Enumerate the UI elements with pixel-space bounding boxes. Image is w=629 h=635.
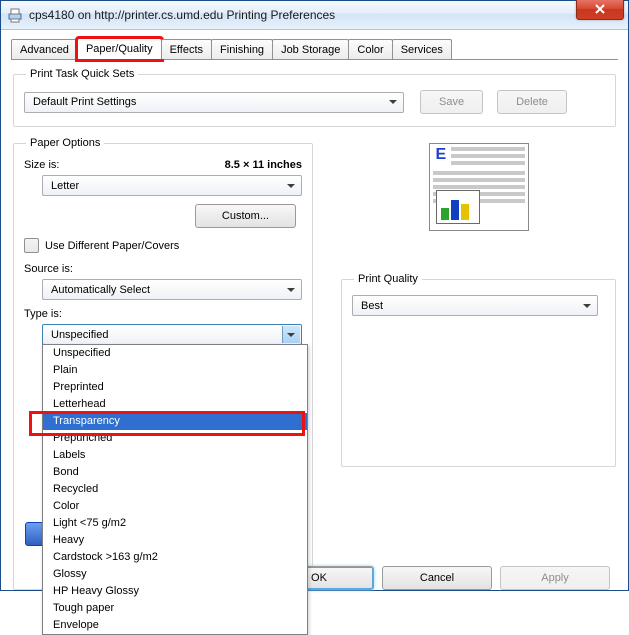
- paper-options-legend: Paper Options: [26, 137, 104, 149]
- tab-advanced[interactable]: Advanced: [11, 39, 78, 59]
- tab-color[interactable]: Color: [348, 39, 392, 59]
- type-option[interactable]: Cardstock >163 g/m2: [43, 549, 307, 566]
- print-quality-group: Print Quality Best: [341, 273, 616, 467]
- print-quality-legend: Print Quality: [354, 273, 422, 285]
- type-label: Type is:: [24, 308, 302, 320]
- window-title: cps4180 on http://printer.cs.umd.edu Pri…: [29, 8, 335, 22]
- tab-services[interactable]: Services: [392, 39, 452, 59]
- type-option[interactable]: Unspecified: [43, 345, 307, 362]
- printer-icon: [7, 7, 23, 23]
- type-option[interactable]: Recycled: [43, 481, 307, 498]
- type-option[interactable]: Plain: [43, 362, 307, 379]
- type-option[interactable]: Tough paper: [43, 600, 307, 617]
- custom-button[interactable]: Custom...: [195, 204, 296, 228]
- size-select[interactable]: Letter: [42, 175, 302, 196]
- quick-sets-value: Default Print Settings: [33, 96, 136, 108]
- close-icon: [595, 4, 605, 14]
- type-option[interactable]: Letterhead: [43, 396, 307, 413]
- type-option[interactable]: Envelope: [43, 617, 307, 634]
- type-option[interactable]: Transparency: [43, 413, 307, 430]
- quick-sets-group: Print Task Quick Sets Default Print Sett…: [13, 68, 616, 127]
- type-option[interactable]: Preprinted: [43, 379, 307, 396]
- size-value: 8.5 × 11 inches: [225, 159, 302, 171]
- preview-chart-icon: [436, 190, 480, 224]
- type-select[interactable]: Unspecified: [42, 324, 302, 345]
- paper-options-group: Paper Options Size is: 8.5 × 11 inches L…: [13, 137, 313, 590]
- type-option[interactable]: Labels: [43, 447, 307, 464]
- tab-paper-quality[interactable]: Paper/Quality: [77, 38, 162, 60]
- tab-finishing[interactable]: Finishing: [211, 39, 273, 59]
- type-option[interactable]: Light <75 g/m2: [43, 515, 307, 532]
- type-option[interactable]: Glossy: [43, 566, 307, 583]
- tabstrip: Advanced Paper/Quality Effects Finishing…: [11, 38, 618, 60]
- source-select[interactable]: Automatically Select: [42, 279, 302, 300]
- type-option[interactable]: HP Heavy Glossy: [43, 583, 307, 600]
- type-option[interactable]: Bond: [43, 464, 307, 481]
- size-label: Size is:: [24, 159, 59, 171]
- quick-sets-legend: Print Task Quick Sets: [26, 68, 138, 80]
- save-button[interactable]: Save: [420, 90, 483, 114]
- print-quality-value: Best: [361, 300, 383, 312]
- page-preview: E: [429, 143, 529, 231]
- delete-button[interactable]: Delete: [497, 90, 567, 114]
- type-option[interactable]: Color: [43, 498, 307, 515]
- source-select-value: Automatically Select: [51, 284, 150, 296]
- tab-effects[interactable]: Effects: [161, 39, 212, 59]
- different-paper-label: Use Different Paper/Covers: [45, 240, 179, 252]
- type-option[interactable]: Heavy: [43, 532, 307, 549]
- type-option[interactable]: Prepunched: [43, 430, 307, 447]
- apply-button[interactable]: Apply: [500, 566, 610, 590]
- type-select-value: Unspecified: [51, 329, 108, 341]
- cancel-button[interactable]: Cancel: [382, 566, 492, 590]
- close-button[interactable]: [576, 0, 624, 20]
- size-select-value: Letter: [51, 180, 79, 192]
- different-paper-checkbox[interactable]: [24, 238, 39, 253]
- print-quality-select[interactable]: Best: [352, 295, 598, 316]
- quick-sets-select[interactable]: Default Print Settings: [24, 92, 404, 113]
- preview-e-icon: E: [436, 148, 447, 162]
- type-dropdown[interactable]: UnspecifiedPlainPreprintedLetterheadTran…: [42, 344, 308, 635]
- source-label: Source is:: [24, 263, 302, 275]
- tab-job-storage[interactable]: Job Storage: [272, 39, 349, 59]
- titlebar: cps4180 on http://printer.cs.umd.edu Pri…: [1, 1, 628, 30]
